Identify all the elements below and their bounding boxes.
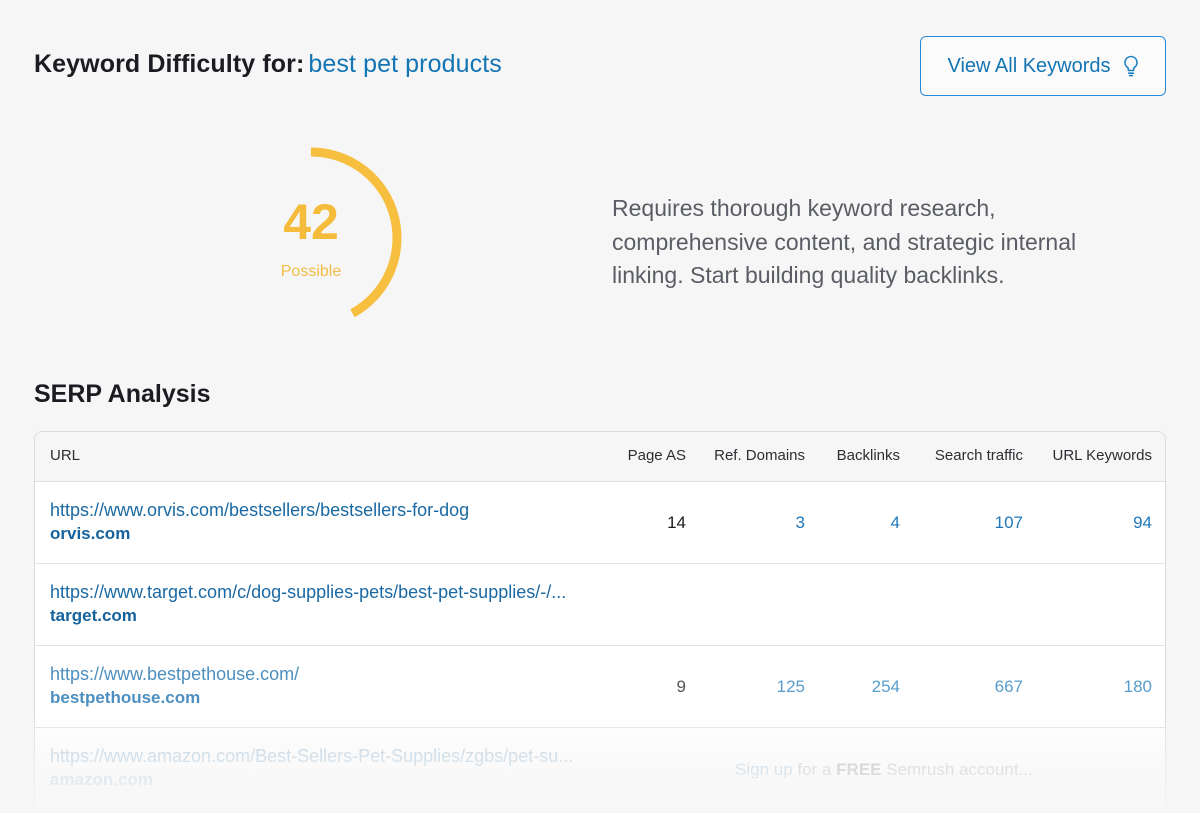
serp-analysis-title: SERP Analysis [34, 380, 211, 408]
backlinks-link[interactable]: 4 [891, 513, 900, 533]
column-backlinks: Backlinks [836, 447, 900, 464]
column-search-traffic: Search traffic [934, 447, 1023, 464]
signup-link[interactable]: Sign up [735, 760, 793, 779]
url-keywords-link[interactable]: 94 [1133, 513, 1152, 533]
difficulty-description: Requires thorough keyword research, comp… [612, 195, 1077, 288]
page-as-value: 9 [676, 677, 686, 696]
result-url-link[interactable]: https://www.amazon.com/Best-Sellers-Pet-… [50, 746, 573, 767]
ref-domains-link[interactable]: 125 [777, 677, 805, 697]
column-url-keywords: URL Keywords [1052, 447, 1152, 464]
column-ref-domains: Ref. Domains [714, 447, 805, 464]
title-prefix: Keyword Difficulty for: [34, 50, 305, 78]
keyword-difficulty-page: Keyword Difficulty for: best pet products… [0, 0, 1200, 813]
serp-table: URL Page AS Ref. Domains Backlinks Searc… [34, 431, 1166, 813]
lightbulb-icon [1123, 55, 1139, 77]
view-all-keywords-button[interactable]: View All Keywords [920, 36, 1166, 96]
result-url-link[interactable]: https://www.bestpethouse.com/ [50, 664, 299, 685]
table-header: URL Page AS Ref. Domains Backlinks Searc… [35, 432, 1165, 482]
table-row: https://www.target.com/c/dog-supplies-pe… [35, 564, 1165, 646]
search-traffic-link[interactable]: 667 [995, 677, 1023, 697]
keyword-difficulty-title: Keyword Difficulty for: best pet products [34, 50, 502, 79]
result-url-link[interactable]: https://www.target.com/c/dog-supplies-pe… [50, 582, 566, 603]
result-domain-link[interactable]: bestpethouse.com [50, 688, 200, 708]
table-row: https://www.amazon.com/Best-Sellers-Pet-… [35, 728, 1165, 810]
keyword-text: best pet products [308, 50, 502, 78]
result-url-link[interactable]: https://www.orvis.com/bestsellers/bestse… [50, 500, 469, 521]
page-as-value: 14 [667, 513, 686, 532]
ref-domains-link[interactable]: 3 [796, 513, 805, 533]
difficulty-gauge: 42 Possible [220, 147, 410, 337]
signup-free-text: FREE [836, 760, 882, 779]
result-domain-link[interactable]: amazon.com [50, 770, 153, 790]
signup-prompt: Sign up for a FREE Semrush account... [735, 760, 1033, 780]
table-row: https://www.bestpethouse.com/ bestpethou… [35, 646, 1165, 728]
url-keywords-link[interactable]: 180 [1124, 677, 1152, 697]
search-traffic-link[interactable]: 107 [995, 513, 1023, 533]
result-domain-link[interactable]: target.com [50, 606, 137, 626]
signup-text-rest: Semrush account... [886, 760, 1033, 779]
column-page-as: Page AS [627, 447, 686, 464]
column-url: URL [50, 447, 81, 464]
result-domain-link[interactable]: orvis.com [50, 524, 130, 544]
view-all-keywords-label: View All Keywords [947, 54, 1111, 77]
table-row: https://www.orvis.com/bestsellers/bestse… [35, 482, 1165, 564]
difficulty-score: 42 [283, 194, 339, 250]
difficulty-level: Possible [280, 263, 342, 280]
signup-text-middle: for a [797, 760, 832, 779]
backlinks-link[interactable]: 254 [872, 677, 900, 697]
